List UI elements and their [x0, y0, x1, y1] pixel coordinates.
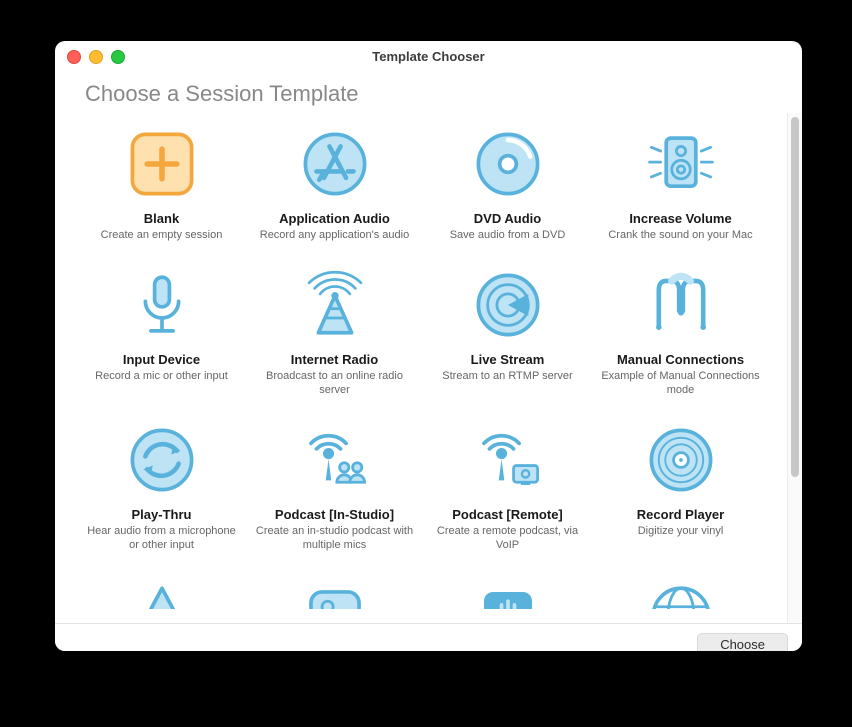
zoom-icon[interactable] [111, 50, 125, 64]
templates-grid: Blank Create an empty session Applicatio… [79, 123, 763, 623]
window-controls [67, 50, 125, 64]
bottom-bar: Choose [55, 623, 802, 651]
template-internet-radio[interactable]: Internet Radio Broadcast to an online ra… [252, 264, 417, 401]
choose-button[interactable]: Choose [697, 633, 788, 651]
soundboard-icon [125, 579, 199, 609]
web-icon [644, 579, 718, 609]
playthru-icon [125, 423, 199, 497]
template-blank[interactable]: Blank Create an empty session [79, 123, 244, 246]
template-desc: Create a remote podcast, via VoIP [428, 525, 588, 553]
template-record-player[interactable]: Record Player Digitize your vinyl [598, 419, 763, 556]
podcast-studio-icon [298, 423, 372, 497]
template-title: Blank [144, 211, 179, 227]
template-dvd-audio[interactable]: DVD Audio Save audio from a DVD [425, 123, 590, 246]
manual-icon [644, 268, 718, 342]
radio-tower-icon [298, 268, 372, 342]
template-title: Manual Connections [617, 352, 744, 368]
speaker-burst-icon [644, 127, 718, 201]
template-title: Podcast [Remote] [452, 507, 563, 523]
template-podcast-remote[interactable]: Podcast [Remote] Create a remote podcast… [425, 419, 590, 556]
template-desc: Hear audio from a microphone or other in… [82, 525, 242, 553]
titlebar: Template Chooser [55, 41, 802, 71]
template-desc: Save audio from a DVD [450, 229, 566, 243]
template-input-device[interactable]: Input Device Record a mic or other input [79, 264, 244, 401]
template-title: Record Player [637, 507, 724, 523]
template-podcast-in-studio[interactable]: Podcast [In-Studio] Create an in-studio … [252, 419, 417, 556]
template-title: Live Stream [471, 352, 545, 368]
template-title: Increase Volume [629, 211, 731, 227]
system-audio-icon [298, 579, 372, 609]
radar-icon [471, 268, 545, 342]
template-desc: Record any application's audio [260, 229, 409, 243]
template-increase-volume[interactable]: Increase Volume Crank the sound on your … [598, 123, 763, 246]
close-icon[interactable] [67, 50, 81, 64]
template-title: Application Audio [279, 211, 390, 227]
template-desc: Crank the sound on your Mac [608, 229, 752, 243]
appstore-icon [298, 127, 372, 201]
voice-chat-icon [471, 579, 545, 609]
page-title: Choose a Session Template [55, 71, 802, 113]
template-desc: Digitize your vinyl [638, 525, 724, 539]
template-play-thru[interactable]: Play-Thru Hear audio from a microphone o… [79, 419, 244, 556]
window-title: Template Chooser [372, 49, 484, 64]
template-title: Podcast [In-Studio] [275, 507, 394, 523]
template-manual-connections[interactable]: Manual Connections Example of Manual Con… [598, 264, 763, 401]
vinyl-icon [644, 423, 718, 497]
template-application-audio[interactable]: Application Audio Record any application… [252, 123, 417, 246]
template-desc: Create an in-studio podcast with multipl… [255, 525, 415, 553]
templates-scroll-area: Blank Create an empty session Applicatio… [55, 113, 787, 623]
scrollbar-track[interactable] [787, 113, 802, 623]
template-partial-2[interactable] [425, 575, 590, 623]
podcast-remote-icon [471, 423, 545, 497]
microphone-icon [125, 268, 199, 342]
template-desc: Broadcast to an online radio server [255, 370, 415, 398]
template-partial-3[interactable] [598, 575, 763, 623]
scrollbar-thumb[interactable] [791, 117, 799, 477]
template-chooser-window: Template Chooser Choose a Session Templa… [55, 41, 802, 651]
plus-icon [125, 127, 199, 201]
template-title: Input Device [123, 352, 200, 368]
template-desc: Example of Manual Connections mode [601, 370, 761, 398]
disc-icon [471, 127, 545, 201]
template-desc: Stream to an RTMP server [442, 370, 572, 384]
template-title: Internet Radio [291, 352, 378, 368]
template-partial-1[interactable] [252, 575, 417, 623]
template-live-stream[interactable]: Live Stream Stream to an RTMP server [425, 264, 590, 401]
minimize-icon[interactable] [89, 50, 103, 64]
template-title: DVD Audio [474, 211, 541, 227]
template-title: Play-Thru [132, 507, 192, 523]
template-partial-0[interactable] [79, 575, 244, 623]
template-desc: Record a mic or other input [95, 370, 228, 384]
template-desc: Create an empty session [101, 229, 223, 243]
